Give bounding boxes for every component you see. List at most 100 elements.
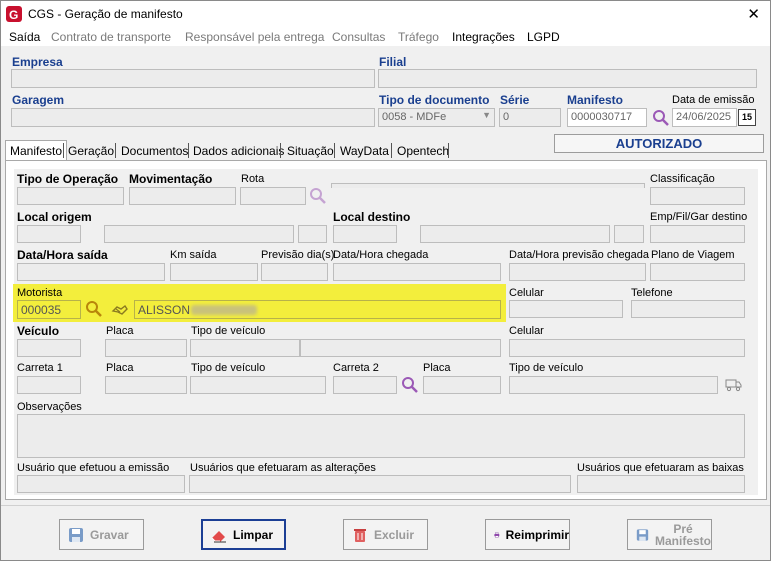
title-bar: G CGS - Geração de manifesto ✕ [1, 1, 770, 28]
menu-saida[interactable]: Saída [9, 30, 40, 44]
empresa-label: Empresa [12, 55, 63, 69]
search-icon[interactable] [309, 187, 327, 205]
gravar-button[interactable]: Gravar [59, 519, 144, 550]
calendar-icon[interactable]: 15 [738, 109, 756, 126]
filial-field [378, 69, 757, 88]
serie-field[interactable]: 0 [499, 108, 561, 127]
local-origem-uf-field [298, 225, 327, 243]
main-window: G CGS - Geração de manifesto ✕ Saída Con… [0, 0, 771, 561]
tab-manifesto[interactable]: Manifesto [5, 140, 68, 161]
tab-geracao[interactable]: Geração [63, 140, 119, 160]
data-hora-previsao-chegada-field[interactable] [509, 263, 646, 281]
tab-waydata[interactable]: WayData [335, 140, 394, 160]
data-emissao-field[interactable]: 24/06/2025 [672, 108, 737, 127]
classificacao-field[interactable] [650, 187, 745, 205]
data-hora-previsao-chegada-label: Data/Hora previsão chegada [509, 249, 650, 261]
local-origem-code-field[interactable] [17, 225, 81, 243]
pre-manifesto-button[interactable]: Pré Manifesto [627, 519, 712, 550]
menu-consultas[interactable]: Consultas [332, 30, 385, 44]
motorista-celular-field[interactable] [509, 300, 623, 318]
km-saida-field[interactable] [170, 263, 258, 281]
tab-documentos[interactable]: Documentos [116, 140, 193, 160]
carreta1-code-field[interactable] [17, 376, 81, 394]
data-hora-saida-label: Data/Hora saída [17, 248, 108, 262]
excluir-label: Excluir [374, 527, 415, 542]
tipo-operacao-label: Tipo de Operação [17, 172, 119, 186]
pre-manifesto-label-line2: Manifesto [654, 533, 711, 548]
previsao-dias-label: Previsão dia(s) [261, 249, 335, 261]
data-hora-chegada-field[interactable] [333, 263, 501, 281]
svg-text:G: G [9, 8, 18, 22]
movimentacao-field[interactable] [129, 187, 236, 205]
movimentacao-label: Movimentação [129, 172, 213, 186]
garagem-label: Garagem [12, 93, 65, 107]
limpar-button[interactable]: Limpar [201, 519, 286, 550]
tab-situacao[interactable]: Situação [282, 140, 339, 160]
tab-dados-adicionais[interactable]: Dados adicionais [188, 140, 289, 160]
garagem-field [11, 108, 375, 127]
veiculo-code-field[interactable] [17, 339, 81, 357]
carreta2-tipo-field [509, 376, 718, 394]
search-icon[interactable] [85, 300, 103, 318]
carreta1-label: Carreta 1 [17, 362, 63, 374]
tab-separator [280, 143, 281, 158]
menu-responsavel-entrega[interactable]: Responsável pela entrega [185, 30, 324, 44]
usuario-emissao-field [17, 475, 185, 493]
menu-contrato-transporte[interactable]: Contrato de transporte [51, 30, 171, 44]
classificacao-label: Classificação [650, 173, 715, 185]
search-icon[interactable] [401, 376, 419, 394]
tipo-operacao-field[interactable] [17, 187, 124, 205]
motorista-name-value: ALISSON [138, 303, 191, 317]
motorista-code-field[interactable]: 000035 [17, 300, 81, 319]
pre-manifesto-label: Pré Manifesto [655, 523, 711, 547]
rota-code-field[interactable] [240, 187, 306, 205]
placa2-label: Placa [106, 362, 134, 374]
previsao-dias-field[interactable] [261, 263, 328, 281]
carreta1-placa-field [105, 376, 187, 394]
manifesto-field[interactable]: 0000030717 [567, 108, 647, 127]
menu-integracoes[interactable]: Integrações [452, 30, 515, 44]
usuarios-baixas-label: Usuários que efetuaram as baixas [577, 462, 744, 474]
tipo-documento-select[interactable]: 0058 - MDFe ▼ [378, 108, 495, 127]
excluir-button[interactable]: Excluir [343, 519, 428, 550]
placa3-label: Placa [423, 362, 451, 374]
save-icon [69, 527, 83, 542]
emp-fil-gar-destino-field[interactable] [650, 225, 745, 243]
carreta2-code-field[interactable] [333, 376, 397, 394]
menu-lgpd[interactable]: LGPD [527, 30, 560, 44]
local-destino-code-field[interactable] [333, 225, 397, 243]
celular-veiculo-label: Celular [509, 325, 544, 337]
local-destino-uf-field [614, 225, 644, 243]
plano-viagem-field[interactable] [650, 263, 745, 281]
search-icon[interactable] [652, 109, 670, 127]
veiculo-tipo-field [190, 339, 300, 357]
reimprimir-button[interactable]: Reimprimir [485, 519, 570, 550]
plano-viagem-label: Plano de Viagem [651, 249, 735, 261]
truck-icon[interactable] [725, 378, 743, 392]
local-destino-name-field [420, 225, 610, 243]
menu-trafego[interactable]: Tráfego [398, 30, 439, 44]
cgs-logo-icon: G [6, 6, 22, 22]
pre-manifesto-label-line1: Pré [673, 521, 693, 536]
veiculo-celular-field[interactable] [509, 339, 745, 357]
veiculo-tipo-desc-field [300, 339, 501, 357]
tab-opentech[interactable]: Opentech [392, 140, 454, 160]
motorista-telefone-field[interactable] [631, 300, 745, 318]
data-hora-saida-field[interactable] [17, 263, 165, 281]
observacoes-textarea[interactable] [17, 414, 745, 458]
tipo-veiculo-label: Tipo de veículo [191, 325, 266, 337]
handshake-icon[interactable] [111, 300, 129, 318]
usuarios-alteracoes-field [189, 475, 571, 493]
local-destino-label: Local destino [333, 210, 411, 224]
tipo-veiculo2-label: Tipo de veículo [191, 362, 266, 374]
tipo-documento-value: 0058 - MDFe [382, 111, 447, 123]
tipo-veiculo3-label: Tipo de veículo [509, 362, 584, 374]
observacoes-label: Observações [17, 401, 82, 413]
placa-label: Placa [106, 325, 134, 337]
eraser-icon [211, 530, 226, 542]
save-icon [636, 528, 649, 541]
serie-label: Série [500, 93, 530, 107]
veiculo-label: Veículo [17, 324, 60, 338]
close-icon[interactable]: ✕ [747, 5, 760, 23]
km-saida-label: Km saída [170, 249, 217, 261]
